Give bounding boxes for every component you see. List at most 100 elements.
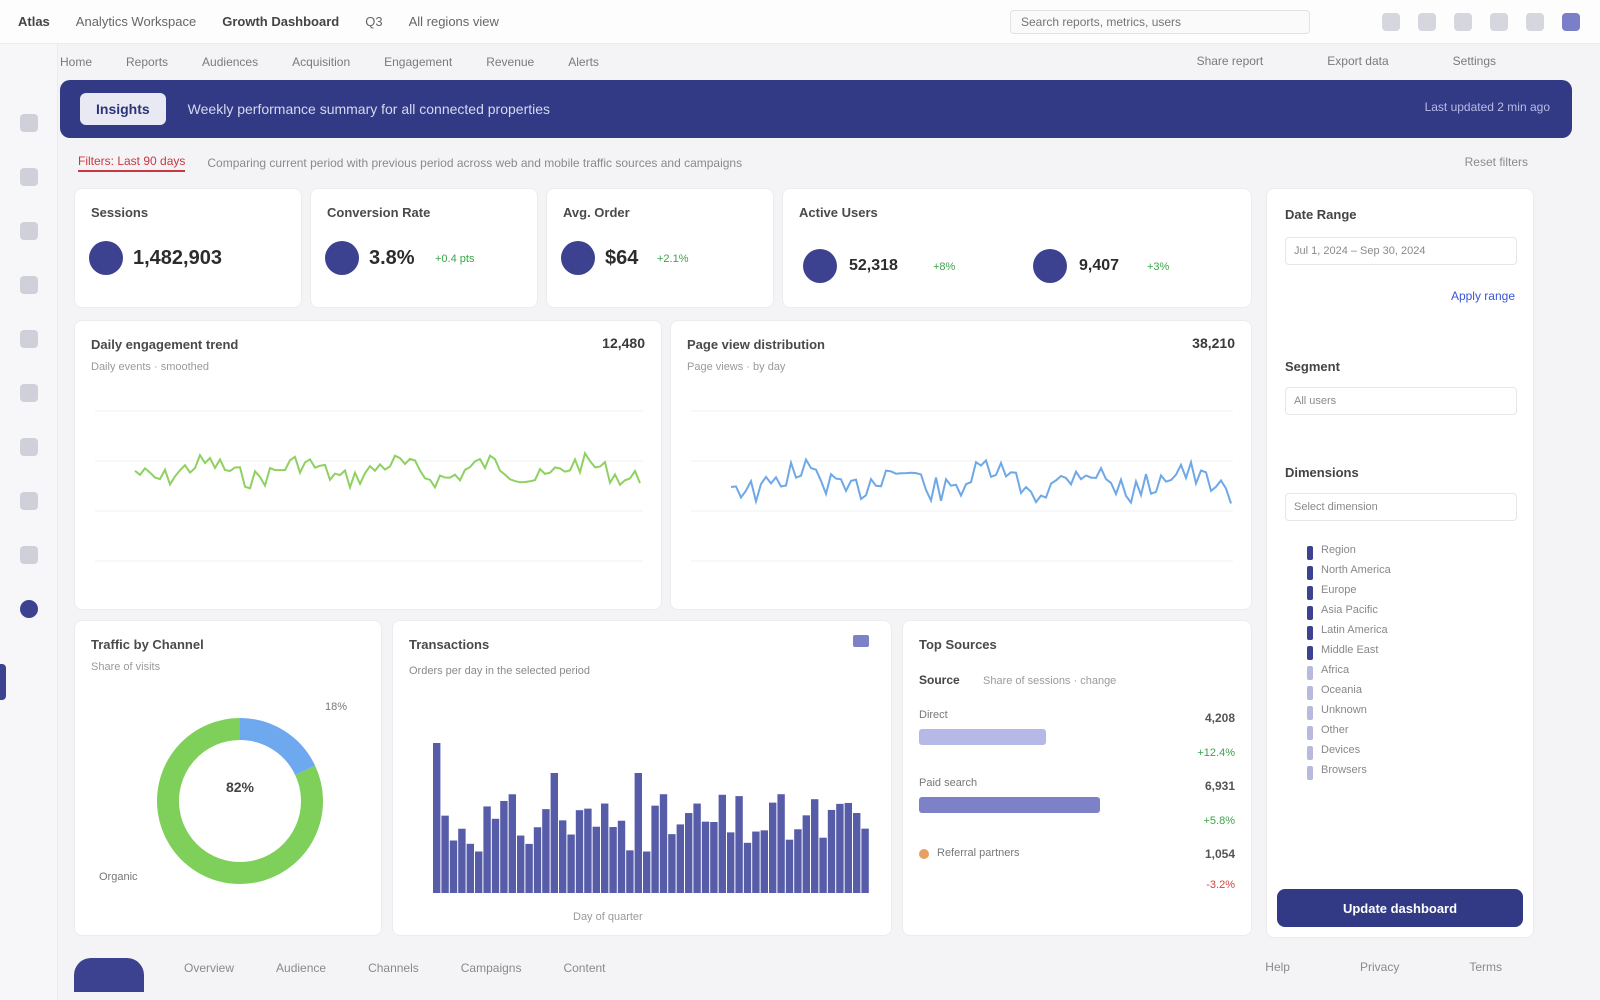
kpi-card-sessions[interactable]: Sessions 1,482,903	[74, 188, 302, 308]
subnav-reports[interactable]: Reports	[126, 55, 168, 69]
histogram-bar[interactable]	[743, 842, 752, 893]
breadcrumb-3[interactable]: Q3	[365, 14, 382, 29]
histogram-bar[interactable]	[811, 799, 819, 893]
tree-item[interactable]: Asia Pacific	[1303, 604, 1391, 624]
histogram-bar[interactable]	[760, 830, 768, 893]
dashboard-icon[interactable]	[20, 168, 38, 186]
tree-item[interactable]: Browsers	[1303, 764, 1391, 784]
help-icon[interactable]	[1454, 13, 1472, 31]
histogram-bar[interactable]	[727, 832, 735, 893]
donut-slice[interactable]	[239, 718, 316, 776]
histogram-bar[interactable]	[769, 802, 777, 893]
histogram-bar[interactable]	[449, 840, 458, 893]
active-users-card[interactable]: Active Users 52,318 +8% 9,407 +3%	[782, 188, 1252, 308]
traffic-channel-card[interactable]: Traffic by Channel Share of visits 82% 1…	[74, 620, 382, 936]
histogram-bar[interactable]	[533, 827, 542, 893]
tag-icon[interactable]	[20, 438, 38, 456]
bell-icon[interactable]	[1382, 13, 1400, 31]
avatar[interactable]	[74, 958, 144, 992]
histogram-bar[interactable]	[735, 796, 743, 893]
histogram-bar[interactable]	[718, 794, 726, 893]
histogram-bar[interactable]	[701, 821, 710, 893]
histogram-bar[interactable]	[508, 794, 516, 893]
filter-icon[interactable]	[20, 384, 38, 402]
apply-range-link[interactable]: Apply range	[1451, 289, 1515, 303]
subnav-home[interactable]: Home	[60, 55, 92, 69]
histogram-bar[interactable]	[517, 835, 525, 893]
histogram-bar[interactable]	[617, 820, 626, 893]
histogram-bar[interactable]	[542, 809, 550, 893]
histogram-bar[interactable]	[601, 803, 609, 893]
app-name[interactable]: Atlas	[18, 14, 50, 29]
export-data-link[interactable]: Export data	[1327, 54, 1388, 68]
footer-tab[interactable]: Audience	[276, 961, 326, 975]
bolt-icon[interactable]	[20, 492, 38, 510]
analytics-icon[interactable]	[20, 600, 38, 618]
segment-field[interactable]: All users	[1285, 387, 1517, 415]
active-filter[interactable]: Filters: Last 90 days	[78, 154, 186, 172]
tree-item[interactable]: Devices	[1303, 744, 1391, 764]
breadcrumb-2[interactable]: Growth Dashboard	[222, 14, 339, 29]
histogram-bar[interactable]	[752, 831, 760, 893]
histogram-bar[interactable]	[710, 822, 718, 893]
privacy-link[interactable]: Privacy	[1360, 960, 1399, 974]
share-report-link[interactable]: Share report	[1197, 54, 1264, 68]
chart-icon[interactable]	[20, 222, 38, 240]
histogram-bar[interactable]	[659, 794, 668, 893]
histogram-bar[interactable]	[685, 813, 693, 893]
histogram-bar[interactable]	[491, 818, 500, 893]
histogram-bar[interactable]	[819, 837, 827, 893]
histogram-bar[interactable]	[609, 827, 617, 893]
transactions-card[interactable]: Transactions Orders per day in the selec…	[392, 620, 892, 936]
histogram-bar[interactable]	[575, 810, 584, 893]
histogram-bar[interactable]	[483, 806, 491, 893]
tree-item[interactable]: Region	[1303, 544, 1391, 564]
histogram-bar[interactable]	[651, 805, 659, 893]
histogram-bar[interactable]	[634, 773, 642, 893]
tree-item[interactable]: Unknown	[1303, 704, 1391, 724]
histogram-bar[interactable]	[626, 850, 634, 893]
tree-item[interactable]: Oceania	[1303, 684, 1391, 704]
histogram-bar[interactable]	[676, 824, 684, 893]
dimension-select[interactable]: Select dimension	[1285, 493, 1517, 521]
histogram-bar[interactable]	[785, 839, 794, 893]
top-sources-card[interactable]: Top Sources Source Share of sessions · c…	[902, 620, 1252, 936]
histogram-bar[interactable]	[441, 815, 449, 893]
tree-item[interactable]: Africa	[1303, 664, 1391, 684]
histogram-bar[interactable]	[668, 834, 676, 893]
histogram-bar[interactable]	[693, 803, 701, 893]
histogram-bar[interactable]	[844, 802, 852, 893]
banner-badge[interactable]: Insights	[80, 93, 166, 125]
breadcrumb-1[interactable]: Analytics Workspace	[76, 14, 196, 29]
calendar-icon[interactable]	[1490, 13, 1508, 31]
histogram-bar[interactable]	[777, 794, 785, 893]
histogram-bar[interactable]	[475, 851, 483, 893]
histogram-bar[interactable]	[567, 834, 575, 893]
subnav-engagement[interactable]: Engagement	[384, 55, 452, 69]
histogram-bar[interactable]	[836, 803, 844, 893]
tree-item[interactable]: Middle East	[1303, 644, 1391, 664]
footer-tab[interactable]: Campaigns	[461, 961, 522, 975]
histogram-bar[interactable]	[592, 826, 600, 893]
histogram-bar[interactable]	[802, 815, 810, 893]
histogram-bar[interactable]	[861, 828, 869, 893]
histogram-bar[interactable]	[525, 843, 533, 893]
tree-item[interactable]: Other	[1303, 724, 1391, 744]
histogram-bar[interactable]	[827, 809, 836, 893]
histogram-bar[interactable]	[853, 813, 861, 893]
reset-filters-link[interactable]: Reset filters	[1465, 155, 1528, 169]
source-bar-paid[interactable]	[919, 797, 1100, 813]
users-icon[interactable]	[20, 276, 38, 294]
terms-link[interactable]: Terms	[1469, 960, 1502, 974]
kpi-card-conversion[interactable]: Conversion Rate 3.8% +0.4 pts	[310, 188, 538, 308]
histogram-bar[interactable]	[466, 843, 474, 893]
histogram-bar[interactable]	[550, 773, 558, 893]
settings-icon[interactable]	[1526, 13, 1544, 31]
histogram-bar[interactable]	[643, 851, 651, 893]
settings-link[interactable]: Settings	[1453, 54, 1496, 68]
kpi-card-avg-order[interactable]: Avg. Order $64 +2.1%	[546, 188, 774, 308]
histogram-bar[interactable]	[433, 743, 441, 893]
histogram-bar[interactable]	[458, 828, 466, 893]
engagement-trend-card[interactable]: Daily engagement trend 12,480 Daily even…	[74, 320, 662, 610]
tree-item[interactable]: Europe	[1303, 584, 1391, 604]
